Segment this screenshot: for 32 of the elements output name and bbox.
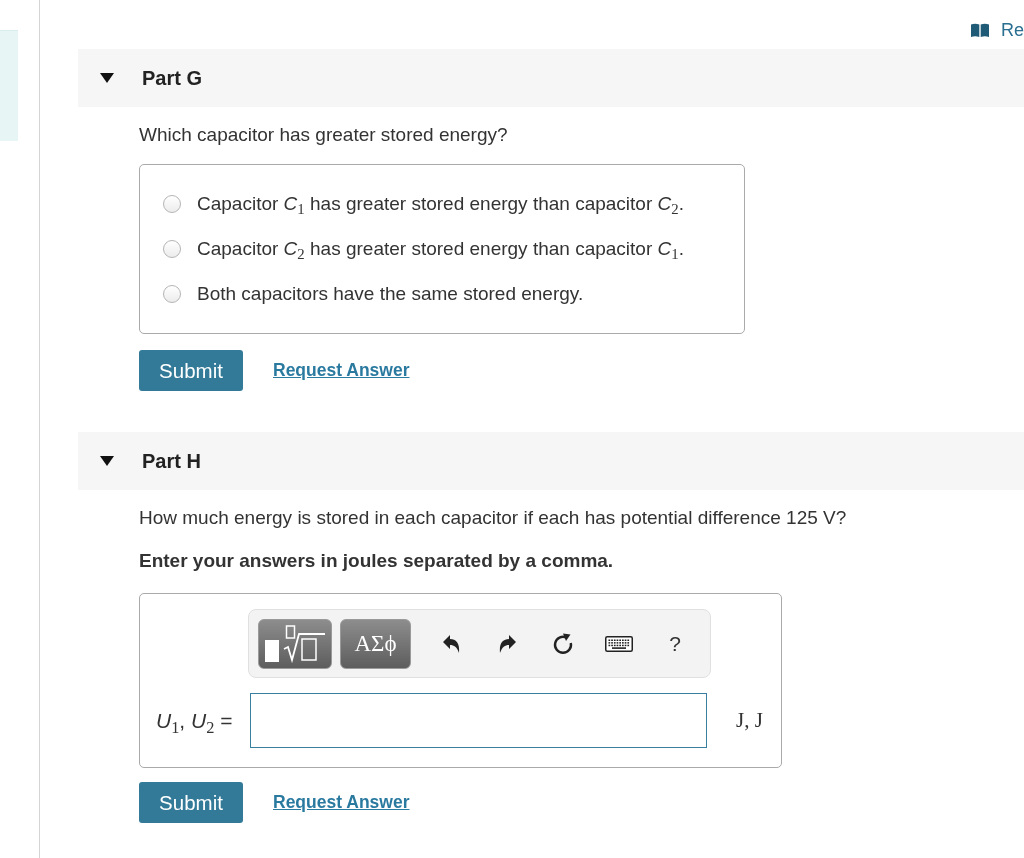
keyboard-icon[interactable] bbox=[605, 635, 633, 652]
answer-label: U$_{1}$, U$_{2}$ = bbox=[156, 708, 234, 733]
option-label[interactable]: Capacitor C$_{2}$ has greater stored energy than capacitor C$_{1}$. bbox=[197, 236, 684, 261]
request-answer-link[interactable]: Request Answer bbox=[273, 360, 410, 381]
submit-button[interactable]: Submit bbox=[139, 350, 243, 391]
part-title: Part G bbox=[142, 66, 203, 90]
question-text: How much energy is stored in each capacitor if each has potential difference 125 V? bbox=[139, 506, 847, 530]
option-label[interactable]: Capacitor C$_{1}$ has greater stored energy than capacitor C$_{2}$. bbox=[197, 191, 684, 216]
undo-icon[interactable] bbox=[442, 634, 460, 653]
answer-input[interactable] bbox=[250, 693, 707, 748]
part-title: Part H bbox=[142, 449, 201, 473]
caret-icon[interactable] bbox=[100, 73, 114, 83]
radio-button[interactable] bbox=[163, 284, 181, 303]
option-label[interactable]: Both capacitors have the same stored energy. bbox=[197, 281, 584, 306]
unit-label: J, J bbox=[736, 708, 764, 733]
symbols-button[interactable]: ΑΣϕ bbox=[340, 618, 411, 669]
part-header[interactable]: Part G bbox=[78, 49, 1024, 107]
templates-button[interactable] bbox=[258, 618, 332, 669]
radio-button[interactable] bbox=[163, 194, 181, 213]
redo-icon[interactable] bbox=[498, 634, 516, 653]
root-template-icon bbox=[264, 624, 326, 663]
book-icon bbox=[971, 23, 989, 37]
caret-icon[interactable] bbox=[100, 456, 114, 466]
instruction-text: Enter your answers in joules separated by a comma. bbox=[139, 549, 614, 573]
request-answer-link[interactable]: Request Answer bbox=[273, 792, 410, 813]
question-text: Which capacitor has greater stored energy? bbox=[139, 123, 508, 147]
header-link[interactable]: Re bbox=[971, 20, 1024, 40]
part-header[interactable]: Part H bbox=[78, 432, 1024, 490]
help-button[interactable]: ? bbox=[669, 631, 681, 656]
radio-button[interactable] bbox=[163, 239, 181, 258]
submit-button[interactable]: Submit bbox=[139, 782, 243, 823]
reset-icon[interactable] bbox=[553, 633, 573, 654]
